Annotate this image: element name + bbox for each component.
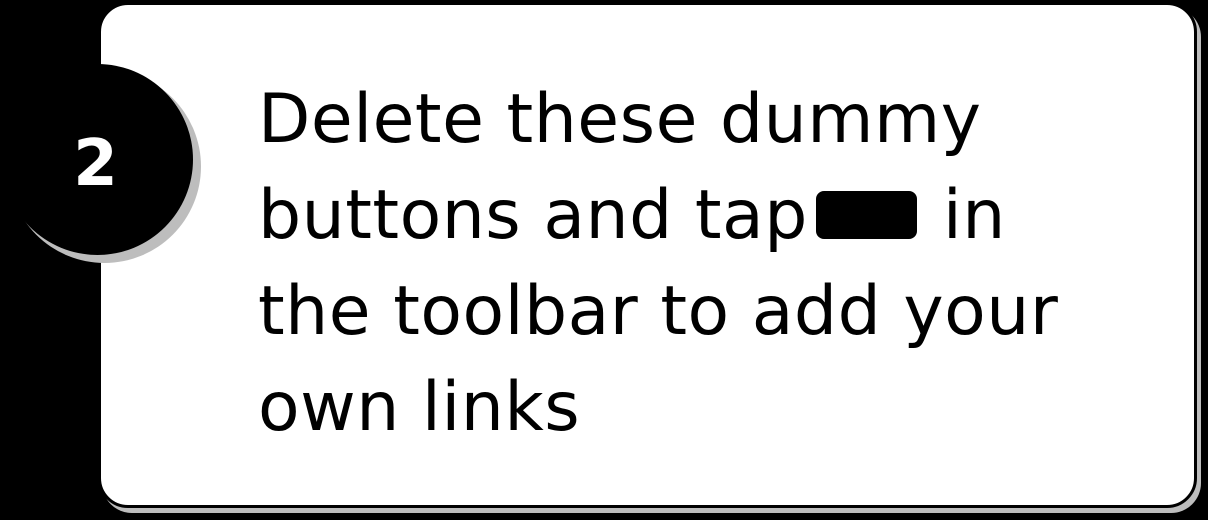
instruction-line-1: Delete these dummy — [258, 80, 982, 159]
step-badge: 2 — [2, 64, 193, 255]
instruction-line-2-end: in — [942, 176, 1006, 255]
toolbar-button-icon — [815, 191, 917, 240]
instruction-line-2: buttons and tap in — [258, 168, 1178, 264]
instruction-text: Delete these dummy buttons and tap in the… — [258, 72, 1178, 456]
screen: { "step": { "number": "2" }, "instructio… — [0, 0, 1208, 520]
instruction-line-4: own links — [258, 368, 581, 447]
instruction-line-2-start: buttons and tap — [258, 176, 808, 255]
step-number: 2 — [73, 126, 118, 201]
instruction-line-3: the toolbar to add your — [258, 272, 1059, 351]
